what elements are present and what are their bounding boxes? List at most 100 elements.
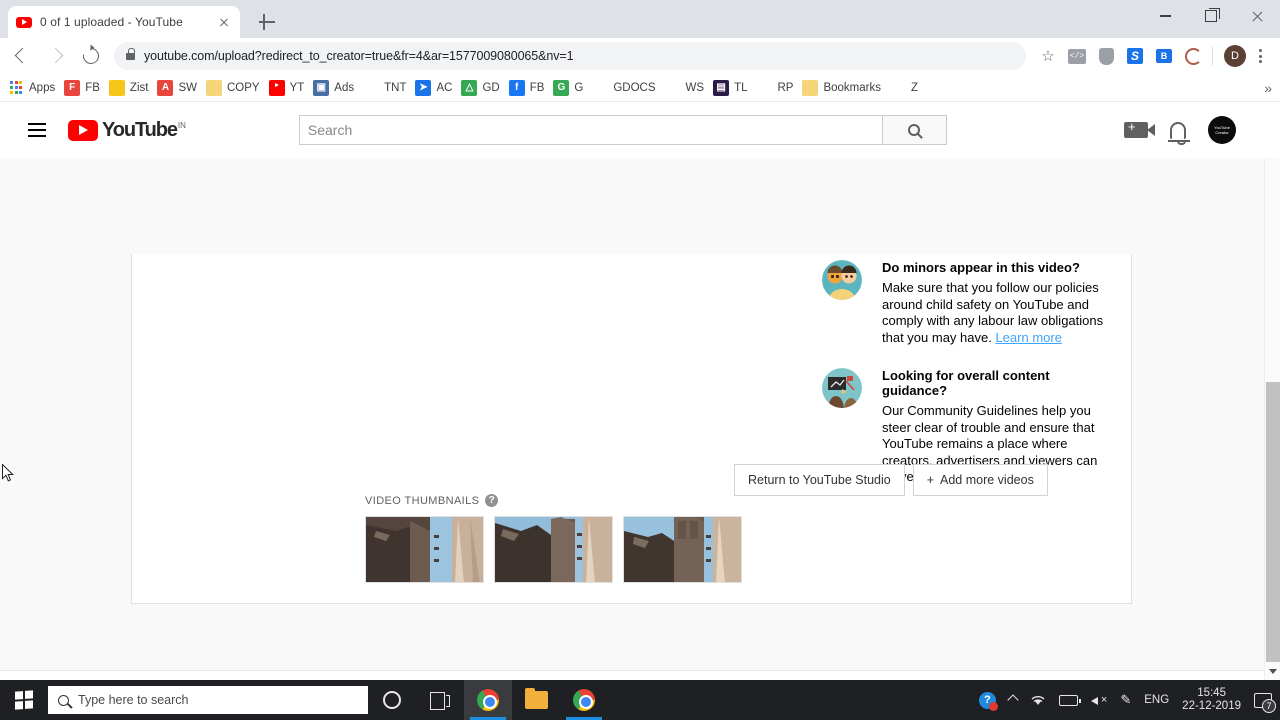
question-mark-icon[interactable]: ? xyxy=(485,494,499,507)
bell-icon[interactable] xyxy=(1168,121,1190,145)
cortana-button[interactable] xyxy=(368,680,416,720)
code-extension-icon[interactable]: </> xyxy=(1064,43,1090,69)
folder-icon xyxy=(802,79,819,96)
bookmark-sw[interactable]: A SW xyxy=(157,79,197,96)
ads-icon: ▣ xyxy=(313,79,330,96)
youtube-footer: YouTube Language: English (UK) Location:… xyxy=(0,670,1264,680)
rp-icon: ◤ xyxy=(760,82,769,93)
scrollbar-thumb[interactable] xyxy=(1266,382,1280,662)
bookmark-fb-flipboard[interactable]: F FB xyxy=(64,79,100,96)
hamburger-icon[interactable] xyxy=(28,118,52,142)
taskbar-app-chrome[interactable] xyxy=(464,680,512,720)
reload-icon[interactable] xyxy=(76,41,106,71)
google-icon: G xyxy=(668,82,677,93)
minimize-icon[interactable] xyxy=(1142,0,1188,32)
maximize-icon[interactable] xyxy=(1188,0,1234,32)
windows-logo-icon xyxy=(15,690,33,710)
close-icon[interactable] xyxy=(216,14,232,30)
add-more-videos-label: Add more videos xyxy=(940,473,1034,487)
bookmark-label: Bookmarks xyxy=(823,81,881,94)
star-icon[interactable]: ☆ xyxy=(1035,43,1061,69)
return-to-youtube-studio-button[interactable]: Return to YouTube Studio xyxy=(734,464,905,496)
close-icon[interactable] xyxy=(1234,0,1280,32)
bookmark-ac[interactable]: ➤ AC xyxy=(415,79,452,96)
bookmark-tnt[interactable]: TNT TNT xyxy=(361,80,407,96)
bookmark-label: Apps xyxy=(29,81,56,94)
facebook-icon: f xyxy=(508,79,525,96)
scroll-down-arrow[interactable] xyxy=(1265,663,1280,680)
b-extension-icon[interactable]: B xyxy=(1151,43,1177,69)
profile-initial: D xyxy=(1224,45,1246,67)
tab-title: 0 of 1 uploaded - YouTube xyxy=(40,15,183,29)
chrome-icon xyxy=(477,689,499,711)
learn-more-link[interactable]: Learn more xyxy=(995,330,1061,345)
tip-body-text: Make sure that you follow our policies a… xyxy=(882,280,1104,345)
clock[interactable]: 15:45 22-12-2019 xyxy=(1182,687,1241,713)
bookmark-label: TNT xyxy=(384,81,407,94)
forward-arrow-icon[interactable] xyxy=(42,41,72,71)
video-camera-plus-icon[interactable] xyxy=(1124,119,1155,138)
wifi-icon[interactable] xyxy=(1030,694,1046,706)
bookmark-ws[interactable]: G WS xyxy=(665,80,705,96)
taskbar-search-input[interactable]: Type here to search xyxy=(48,686,368,714)
bookmark-copy[interactable]: COPY xyxy=(205,79,260,96)
taskbar-app-file-explorer[interactable] xyxy=(512,680,560,720)
shield-extension-icon[interactable] xyxy=(1093,43,1119,69)
add-more-videos-button[interactable]: + Add more videos xyxy=(912,464,1048,496)
bookmark-label: Zist xyxy=(129,81,149,94)
thumbnail-option[interactable] xyxy=(365,516,484,583)
browser-tab[interactable]: 0 of 1 uploaded - YouTube xyxy=(8,6,240,38)
asterisk-icon: ✵ xyxy=(893,82,903,93)
bookmark-yt[interactable]: YT xyxy=(268,79,304,96)
address-bar[interactable]: youtube.com/upload?redirect_to_creator=t… xyxy=(114,42,1026,70)
bookmark-bookmarks-folder[interactable]: Bookmarks xyxy=(802,79,881,96)
folder-icon xyxy=(205,79,222,96)
bookmark-gd[interactable]: △ GD xyxy=(461,79,500,96)
s-extension-icon[interactable]: S xyxy=(1122,43,1148,69)
bookmark-label: RP xyxy=(777,81,794,94)
mouse-pointer-icon xyxy=(2,463,14,483)
battery-icon[interactable] xyxy=(1058,694,1081,706)
divider xyxy=(1212,47,1213,65)
language-indicator[interactable]: ENG xyxy=(1144,694,1169,706)
bookmark-ads[interactable]: ▣ Ads xyxy=(313,79,354,96)
avatar[interactable]: YouTube Creator xyxy=(1208,116,1236,144)
tab-strip: 0 of 1 uploaded - YouTube xyxy=(0,0,1280,38)
cortana-circle-icon xyxy=(383,691,401,709)
action-center-icon[interactable]: 7 xyxy=(1254,692,1276,713)
spiral-extension-icon[interactable] xyxy=(1180,43,1206,69)
bookmark-grammarly[interactable]: G G xyxy=(553,79,583,96)
bookmarks-overflow-button[interactable]: » xyxy=(1264,80,1272,96)
bookmark-label: WS xyxy=(685,81,705,94)
bookmark-facebook[interactable]: f FB xyxy=(508,79,544,96)
thumbnail-option[interactable] xyxy=(494,516,613,583)
profile-avatar[interactable]: D xyxy=(1222,43,1248,69)
taskbar-app-chrome-2[interactable] xyxy=(560,680,608,720)
bookmark-apps[interactable]: Apps xyxy=(8,80,55,96)
youtube-logo[interactable]: YouTube IN xyxy=(68,119,186,141)
pen-icon[interactable]: ✎ xyxy=(1120,692,1131,708)
search-icon xyxy=(58,694,69,706)
new-tab-button[interactable] xyxy=(256,11,278,33)
bookmark-zist[interactable]: Zist xyxy=(108,79,149,96)
task-view-button[interactable] xyxy=(416,680,464,720)
bookmark-rp[interactable]: ◤ RP xyxy=(756,80,794,96)
start-button[interactable] xyxy=(0,680,48,720)
search-button[interactable] xyxy=(882,115,947,145)
bookmark-tl[interactable]: ▤ TL xyxy=(713,79,747,96)
bookmark-gdocs[interactable]: G GDOCS xyxy=(592,80,655,96)
search-area: Search xyxy=(298,115,947,145)
search-icon xyxy=(908,124,921,136)
show-hidden-icons-chevron[interactable] xyxy=(1007,694,1019,706)
volume-muted-icon[interactable]: × xyxy=(1090,694,1107,706)
scrollbar[interactable] xyxy=(1264,102,1280,680)
tnt-icon: TNT xyxy=(361,82,381,93)
presentation-board-icon xyxy=(822,368,862,408)
kebab-menu-icon[interactable] xyxy=(1248,43,1272,69)
back-arrow-icon[interactable] xyxy=(8,41,38,71)
bookmark-z[interactable]: ✵ Z xyxy=(890,80,918,96)
help-alert-icon[interactable]: ? xyxy=(978,691,998,711)
trello-icon: ▤ xyxy=(713,79,730,96)
thumbnail-option[interactable] xyxy=(623,516,742,583)
search-input[interactable]: Search xyxy=(298,115,883,145)
